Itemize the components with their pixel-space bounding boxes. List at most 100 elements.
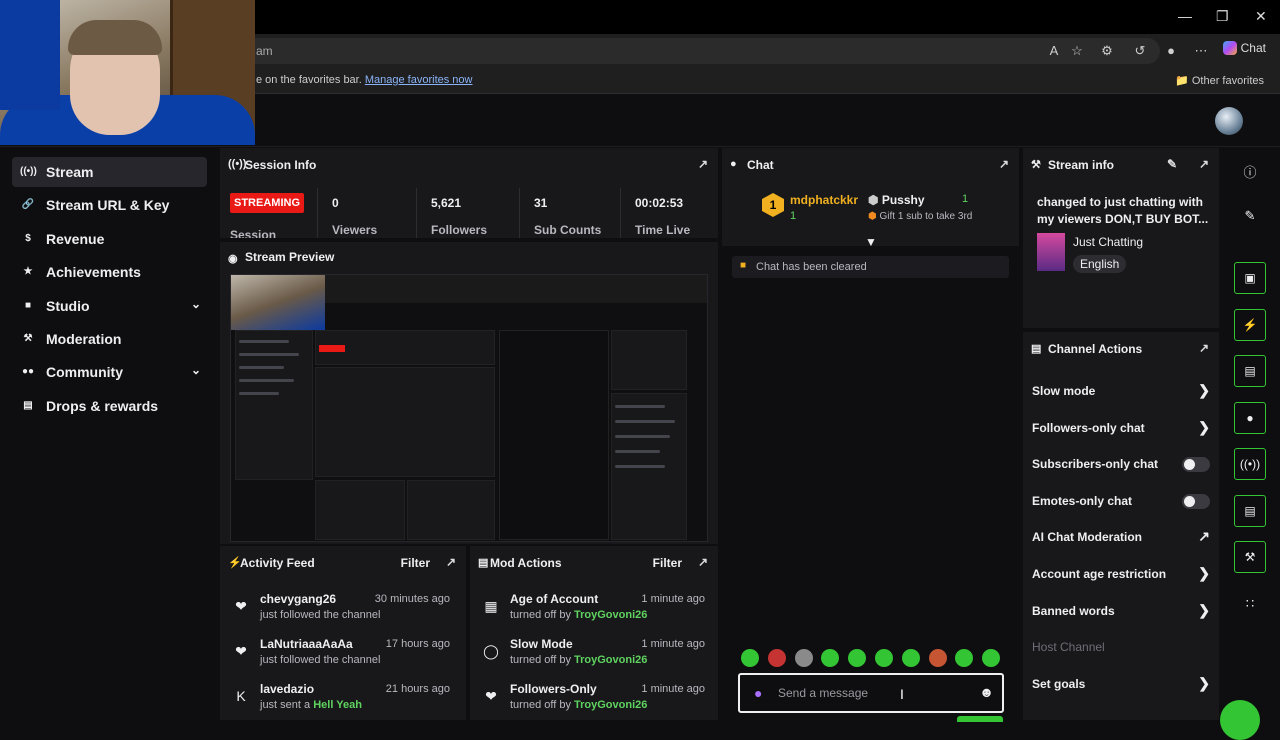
popout-icon[interactable]: ↗ [446, 555, 456, 569]
action-slow-mode[interactable]: Slow mode ❯ [1023, 376, 1218, 406]
emote-icon[interactable] [928, 649, 947, 667]
history-icon[interactable]: ↺ [1131, 42, 1149, 60]
activity-item[interactable]: ❤ LaNutriaaaAaAa just followed the channel… [220, 635, 460, 680]
rail-info-button[interactable]: ▤ [1234, 495, 1266, 527]
address-bar[interactable]: am [240, 38, 1160, 64]
activity-user[interactable]: chevygang26 [260, 592, 336, 606]
second-supporter-name[interactable]: ⬢ Pusshy [868, 193, 925, 207]
maximize-icon[interactable]: ❐ [1216, 8, 1229, 25]
stream-info-panel: ⚒ Stream info ✎ ↗ changed to just chatti… [1023, 148, 1219, 328]
popout-icon[interactable]: ↗ [999, 157, 1009, 171]
sidebar-item-studio[interactable]: ■ Studio ⌄ [12, 291, 207, 321]
popout-icon[interactable]: ↗ [1199, 157, 1209, 171]
chat-send-button[interactable] [957, 716, 1003, 722]
extensions-icon[interactable]: ⚙ [1098, 42, 1116, 60]
emote-icon[interactable] [901, 649, 920, 667]
info-icon[interactable]: ⓘ [1240, 162, 1260, 182]
emote-icon[interactable] [982, 649, 1001, 667]
action-ai-chat-moderation[interactable]: AI Chat Moderation ↗ [1023, 522, 1218, 552]
filter-button[interactable]: Filter [653, 556, 682, 570]
stream-preview-video[interactable] [230, 274, 708, 542]
community-icon: ●● [21, 366, 35, 378]
microphone-icon[interactable]: ● [754, 685, 762, 701]
emote-icon[interactable] [767, 649, 786, 667]
favorite-star-icon[interactable]: ☆ [1068, 42, 1086, 60]
toggle-switch[interactable] [1182, 457, 1210, 473]
profile-icon[interactable]: ● [1162, 42, 1180, 60]
popout-icon[interactable]: ↗ [698, 555, 708, 569]
activity-user[interactable]: lavedazio [260, 682, 314, 696]
emote-icon[interactable] [794, 649, 813, 667]
chat-input-box[interactable]: ● ☻ [738, 673, 1004, 713]
rail-activity-button[interactable]: ⚡ [1234, 309, 1266, 341]
emote-icon[interactable] [821, 649, 840, 667]
sidebar-item-label: Moderation [46, 331, 122, 347]
sidebar-item-community[interactable]: ●● Community ⌄ [12, 357, 207, 387]
activity-item[interactable]: Klavedazio just sent a Hell Yeah 21 hours … [220, 680, 460, 720]
user-avatar[interactable] [1215, 107, 1243, 135]
mod-action-item[interactable]: ◯ Slow Mode turned off by TroyGovoni26 1 mi… [470, 635, 715, 680]
popout-icon[interactable]: ↗ [1199, 341, 1209, 355]
emoji-icon[interactable]: ☻ [979, 684, 994, 700]
emote-icon[interactable] [875, 649, 893, 667]
apps-icon[interactable]: ∷ [1240, 596, 1260, 616]
rail-layout-button[interactable]: ▣ [1234, 262, 1266, 294]
action-banned-words[interactable]: Banned words ❯ [1023, 596, 1218, 626]
sidebar-item-stream-url-key[interactable]: 🔗 Stream URL & Key [12, 190, 207, 220]
sidebar-item-drops-rewards[interactable]: ▤ Drops & rewards [12, 391, 207, 421]
edit-icon[interactable]: ✎ [1167, 157, 1177, 171]
rail-mod-button[interactable]: ▤ [1234, 355, 1266, 387]
minimize-icon[interactable]: — [1178, 8, 1192, 24]
emote-icon[interactable] [741, 649, 759, 667]
sidebar-item-revenue[interactable]: $ Revenue [12, 224, 207, 254]
rail-tools-button[interactable]: ⚒ [1234, 541, 1266, 573]
panel-title: Chat [747, 158, 774, 172]
heart-icon: ❤ [235, 598, 247, 614]
calendar-icon: ▦ [484, 598, 498, 614]
other-favorites-button[interactable]: 📁 Other favorites [1175, 74, 1264, 87]
activity-user[interactable]: LaNutriaaaAaAa [260, 637, 353, 651]
action-set-goals[interactable]: Set goals ❯ [1023, 669, 1218, 699]
gift-prompt[interactable]: ⬢ Gift 1 sub to take 3rd [868, 211, 972, 222]
kick-icon: K [236, 688, 246, 704]
popout-icon[interactable]: ↗ [698, 157, 708, 171]
channel-actions-panel: ▤ Channel Actions ↗ Slow mode ❯ Followers-… [1023, 332, 1219, 720]
action-subscribers-only-chat[interactable]: Subscribers-only chat [1023, 449, 1218, 479]
top-supporter-name[interactable]: mdphatckkr [790, 193, 858, 207]
stat-label: Sub Counts [534, 223, 602, 237]
moderator-name[interactable]: TroyGovoni26 [574, 699, 647, 711]
mod-action-detail: turned off by TroyGovoni26 [510, 609, 648, 621]
action-emotes-only-chat[interactable]: Emotes-only chat [1023, 486, 1218, 516]
gift-badge-icon: ⬢ [868, 211, 880, 222]
more-icon[interactable]: ⋯ [1192, 42, 1210, 60]
stat-followers: 5,621 Followers [416, 188, 514, 238]
close-icon[interactable]: ✕ [1255, 8, 1267, 25]
rail-chat-button[interactable]: ● [1234, 402, 1266, 434]
gift-icon: ▤ [23, 399, 33, 411]
emote-icon[interactable] [848, 649, 867, 667]
sidebar-item-label: Achievements [46, 264, 141, 281]
chevron-down-icon: ⌄ [190, 363, 201, 378]
action-followers-only-chat[interactable]: Followers-only chat ❯ [1023, 413, 1218, 443]
moderator-name[interactable]: TroyGovoni26 [574, 609, 647, 621]
help-fab[interactable] [1220, 700, 1260, 740]
moderator-name[interactable]: TroyGovoni26 [574, 654, 647, 666]
sidebar-item-achievements[interactable]: ★ Achievements [12, 257, 207, 287]
action-label: Subscribers-only chat [1032, 457, 1159, 472]
filter-button[interactable]: Filter [401, 556, 430, 570]
emote-icon[interactable] [955, 649, 974, 667]
sidebar-item-moderation[interactable]: ⚒ Moderation [12, 324, 207, 354]
sidebar-item-stream[interactable]: ((•)) Stream [12, 157, 207, 187]
chat-message-input[interactable] [778, 684, 968, 702]
stat-value: 0 [332, 196, 339, 210]
rail-broadcast-button[interactable]: ((•)) [1234, 448, 1266, 480]
copilot-chat-button[interactable]: Chat [1222, 41, 1266, 55]
toggle-switch[interactable] [1182, 493, 1210, 509]
mod-action-item[interactable]: ▦ Age of Account turned off by TroyGovoni2… [470, 590, 715, 635]
pencil-icon[interactable]: ✎ [1240, 208, 1260, 228]
action-account-age-restriction[interactable]: Account age restriction ❯ [1023, 559, 1218, 589]
mod-action-item[interactable]: ❤ Followers-Only turned off by TroyGovoni2… [470, 680, 715, 720]
activity-item[interactable]: ❤ chevygang26 just followed the channel 30 … [220, 590, 460, 635]
manage-favorites-link[interactable]: Manage favorites now [365, 74, 473, 86]
read-aloud-icon[interactable]: A [1045, 42, 1063, 60]
